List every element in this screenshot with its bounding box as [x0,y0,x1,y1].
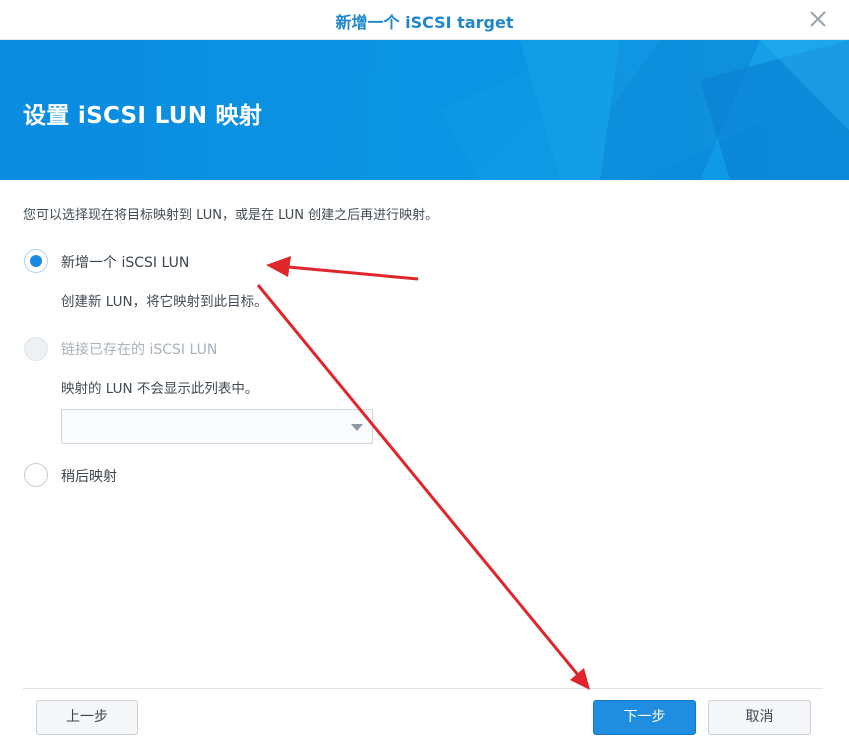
description-text: 您可以选择现在将目标映射到 LUN，或是在 LUN 创建之后再进行映射。 [23,208,439,223]
back-button[interactable]: 上一步 [36,700,138,735]
close-icon[interactable] [807,8,829,30]
cancel-button[interactable]: 取消 [708,700,811,735]
radio-link-existing-lun[interactable] [24,337,48,361]
option-label-create-new-lun: 新增一个 iSCSI LUN [61,255,190,271]
existing-lun-select[interactable] [61,409,373,444]
chevron-down-icon[interactable] [351,424,363,431]
option-desc-link-existing-lun: 映射的 LUN 不会显示此列表中。 [61,381,259,397]
page-heading: 设置 iSCSI LUN 映射 [23,103,263,129]
option-label-map-later: 稍后映射 [61,469,117,485]
option-label-link-existing-lun: 链接已存在的 iSCSI LUN [61,342,218,358]
next-button[interactable]: 下一步 [593,700,696,735]
footer-divider [23,688,823,689]
radio-map-later[interactable] [24,463,48,487]
wizard-content: 您可以选择现在将目标映射到 LUN，或是在 LUN 创建之后再进行映射。 新增一… [0,180,849,745]
window-titlebar: 新增一个 iSCSI target [0,0,849,40]
wizard-banner: 设置 iSCSI LUN 映射 [0,40,849,180]
radio-create-new-lun[interactable] [24,249,48,273]
option-desc-create-new-lun: 创建新 LUN，将它映射到此目标。 [61,294,268,310]
window-title: 新增一个 iSCSI target [335,13,514,32]
